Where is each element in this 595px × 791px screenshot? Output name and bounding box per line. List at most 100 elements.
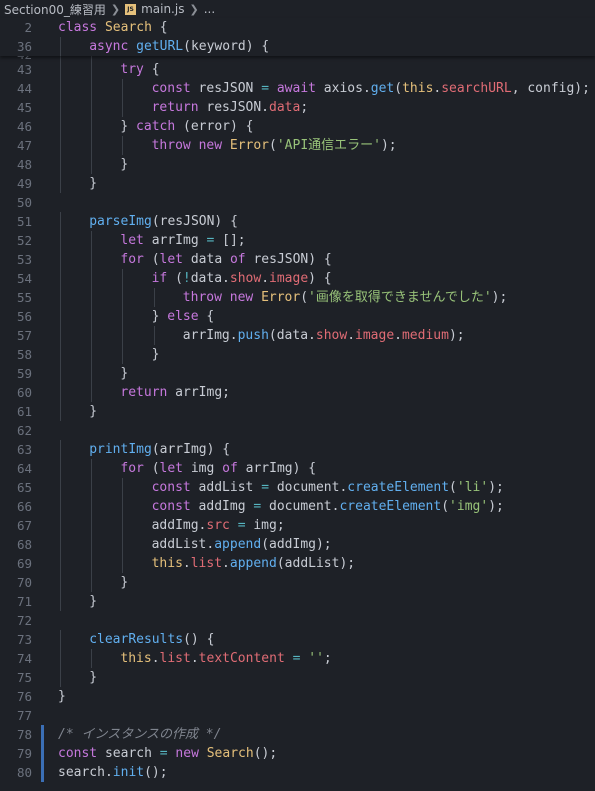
code-line[interactable]: 52 let arrImg = []; xyxy=(0,231,595,250)
code-line[interactable]: 45 return resJSON.data; xyxy=(0,98,595,117)
code-line[interactable]: 43 try { xyxy=(0,60,595,79)
code-line[interactable]: 58} xyxy=(0,345,595,364)
code-line[interactable]: 57 arrImg.push(data.show.image.medium); xyxy=(0,326,595,345)
indent-guide xyxy=(122,307,124,326)
code-token: throw xyxy=(182,290,222,305)
code-line[interactable]: 2 class Search { xyxy=(0,18,595,37)
code-token: ! xyxy=(182,271,191,286)
code-line[interactable]: 76} xyxy=(0,687,595,706)
code-line[interactable]: 61} xyxy=(0,402,595,421)
line-number: 63 xyxy=(16,442,32,457)
code-token: parseImg xyxy=(89,214,152,229)
line-number: 44 xyxy=(16,81,32,96)
code-line[interactable]: 51 parseImg(resJSON) { xyxy=(0,212,595,231)
code-token: image xyxy=(269,271,309,286)
code-line[interactable]: 59} xyxy=(0,364,595,383)
code-line[interactable]: 54 if (!data.show.image) { xyxy=(0,269,595,288)
code-text: let arrImg = []; xyxy=(32,231,246,250)
code-line[interactable]: 64 for (let img of arrImg) { xyxy=(0,459,595,478)
indent-guide xyxy=(60,231,61,250)
code-line[interactable]: 66 const addImg = document.createElement(… xyxy=(0,497,595,516)
indent-guide xyxy=(60,497,61,516)
code-text: const resJSON = await axios.get(this.sea… xyxy=(32,79,590,98)
code-line[interactable]: 74 this.list.textContent = ''; xyxy=(0,649,595,668)
code-text: } xyxy=(32,573,128,592)
code-line[interactable]: 53 for (let data of resJSON) { xyxy=(0,250,595,269)
code-line[interactable]: 63 printImg(arrImg) { xyxy=(0,440,595,459)
indent-guide xyxy=(153,326,155,345)
code-token: return xyxy=(151,100,199,115)
sticky-scroll-header[interactable]: 2 class Search {36 async getURL(keyword) { xyxy=(0,18,595,56)
code-line[interactable]: 71} xyxy=(0,592,595,611)
line-number: 71 xyxy=(16,594,32,609)
code-line[interactable]: 73 clearResults() { xyxy=(0,630,595,649)
code-token: arrImg) { xyxy=(237,461,317,476)
code-editor[interactable]: 2 class Search {36 async getURL(keyword) {… xyxy=(0,18,595,782)
code-line[interactable]: 72 xyxy=(0,611,595,630)
code-line[interactable]: 56} else { xyxy=(0,307,595,326)
code-token: (addImg); xyxy=(261,537,332,552)
code-text: for (let data of resJSON) { xyxy=(32,250,332,269)
code-line[interactable]: 46} catch (error) { xyxy=(0,117,595,136)
code-line[interactable]: 80 search.init(); xyxy=(0,763,595,782)
code-token: of xyxy=(229,252,246,267)
line-number: 58 xyxy=(16,347,32,362)
code-line[interactable]: 67 addImg.src = img; xyxy=(0,516,595,535)
indent-guide xyxy=(91,288,93,307)
breadcrumb-symbol[interactable]: ... xyxy=(204,2,215,16)
line-number: 46 xyxy=(16,119,32,134)
code-text: const addImg = document.createElement('i… xyxy=(32,497,504,516)
code-token: show xyxy=(229,271,262,286)
code-token: resJSON. xyxy=(198,100,270,115)
line-number: 66 xyxy=(16,499,32,514)
code-token: = xyxy=(261,81,270,96)
indent-guide xyxy=(60,516,61,535)
code-line[interactable]: 77 xyxy=(0,706,595,725)
indent-guide xyxy=(60,554,61,573)
breadcrumb-file[interactable]: main.js xyxy=(141,2,184,16)
code-line[interactable]: 60 return arrImg; xyxy=(0,383,595,402)
indent-guide xyxy=(60,326,61,345)
code-token: search xyxy=(97,746,160,761)
code-line[interactable]: 69 this.list.append(addList); xyxy=(0,554,595,573)
code-line[interactable]: 47 throw new Error('API通信エラー'); xyxy=(0,136,595,155)
code-token: data xyxy=(183,252,230,267)
git-change-indicator[interactable] xyxy=(41,725,44,782)
code-line[interactable]: 70} xyxy=(0,573,595,592)
code-text: } xyxy=(32,592,97,611)
indent-guide xyxy=(60,136,61,155)
code-token: addImg xyxy=(190,499,254,514)
code-line[interactable]: 78 /* インスタンスの作成 */ xyxy=(0,725,595,744)
code-text: arrImg.push(data.show.image.medium); xyxy=(32,326,465,345)
code-line[interactable]: 36 async getURL(keyword) { xyxy=(0,37,595,56)
code-line[interactable]: 62 xyxy=(0,421,595,440)
code-token: ( xyxy=(449,480,457,495)
code-token: } xyxy=(89,404,98,419)
code-token: ( xyxy=(143,461,160,476)
code-line[interactable]: 50 xyxy=(0,193,595,212)
code-line[interactable]: 79 const search = new Search(); xyxy=(0,744,595,763)
line-number: 72 xyxy=(16,613,32,628)
breadcrumb-folder[interactable]: Section00_練習用 xyxy=(4,1,106,18)
code-line[interactable]: 55 throw new Error('画像を取得できませんでした'); xyxy=(0,288,595,307)
code-line[interactable]: 68 addList.append(addImg); xyxy=(0,535,595,554)
code-text: for (let img of arrImg) { xyxy=(32,459,316,478)
code-line[interactable]: 49} xyxy=(0,174,595,193)
code-line[interactable]: 65 const addList = document.createElement… xyxy=(0,478,595,497)
code-token: ( xyxy=(441,499,450,514)
line-number: 50 xyxy=(16,195,32,210)
indent-guide xyxy=(91,307,93,326)
code-token: . xyxy=(151,651,160,666)
code-token: await xyxy=(276,81,316,96)
code-line[interactable]: 75} xyxy=(0,668,595,687)
code-line[interactable]: 48} xyxy=(0,155,595,174)
code-line[interactable]: 44 const resJSON = await axios.get(this.s… xyxy=(0,79,595,98)
code-token: () { xyxy=(183,632,215,647)
indent-guide xyxy=(91,478,93,497)
indent-guide xyxy=(91,573,93,592)
indent-guide xyxy=(60,649,61,668)
code-token: src xyxy=(206,518,230,533)
